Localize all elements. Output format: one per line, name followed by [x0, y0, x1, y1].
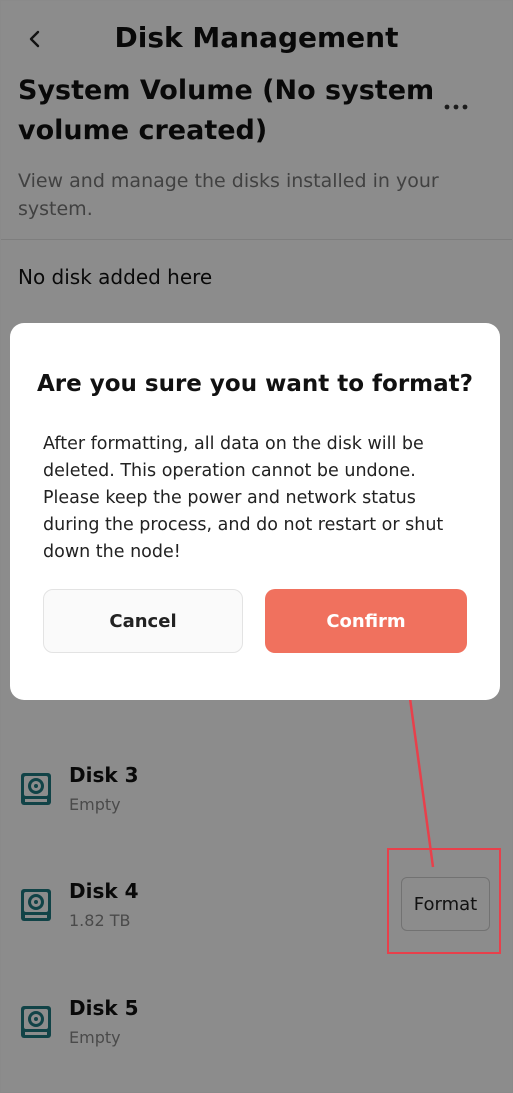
dialog-title: Are you sure you want to format?	[36, 371, 474, 397]
cancel-button[interactable]: Cancel	[43, 589, 243, 653]
dialog-message: After formatting, all data on the disk w…	[43, 434, 444, 562]
app-screen: Disk Management System Volume (No system…	[0, 0, 513, 1093]
format-confirm-dialog: Are you sure you want to format? After f…	[10, 323, 500, 700]
format-button-highlight	[387, 848, 501, 954]
confirm-button[interactable]: Confirm	[265, 589, 467, 653]
